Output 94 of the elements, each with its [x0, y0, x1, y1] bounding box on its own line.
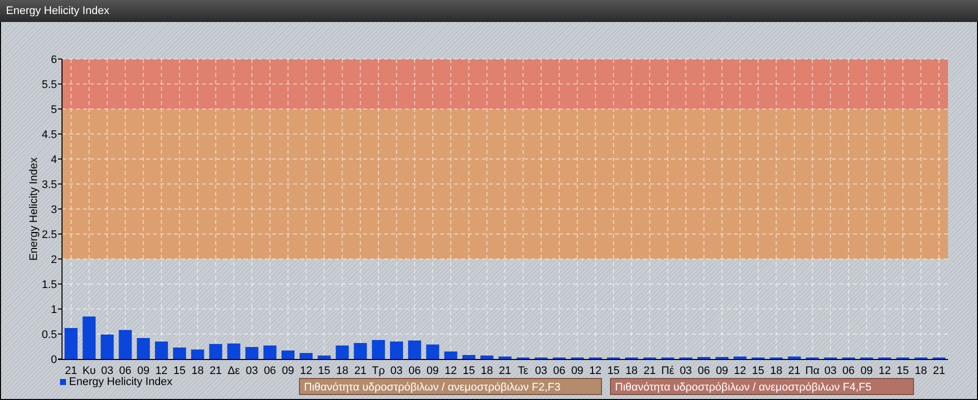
x-tick-label: 15 [173, 365, 186, 377]
x-tick-label: Τρ [372, 365, 385, 377]
x-tick-label: 06 [408, 365, 421, 377]
bar [408, 340, 422, 359]
bar [82, 316, 96, 359]
bar [100, 334, 114, 359]
y-tick-label: 1.5 [42, 279, 57, 291]
x-tick-label: 12 [878, 365, 891, 377]
x-tick-label: 09 [426, 365, 439, 377]
x-tick-label: 21 [354, 365, 366, 377]
x-tick-label: 06 [842, 365, 855, 377]
y-tick-label: 2.5 [42, 229, 57, 241]
bar [209, 344, 222, 359]
x-tick-label: 18 [336, 365, 348, 377]
bar [462, 355, 476, 359]
x-tick-label: 18 [480, 365, 494, 377]
bar [227, 344, 240, 359]
x-tick-label: 21 [64, 365, 78, 377]
x-tick-label: Πα [805, 365, 820, 377]
x-tick-label: 12 [300, 365, 312, 377]
y-tick-label: 3 [50, 204, 57, 216]
x-tick-label: 21 [788, 365, 800, 377]
bar [282, 350, 295, 359]
x-tick-label: 21 [644, 365, 656, 377]
bar [734, 356, 747, 359]
x-tick-label: 03 [824, 365, 837, 377]
y-tick-label: 6 [50, 54, 57, 66]
x-tick-label: 18 [770, 365, 782, 377]
x-tick-label: 18 [914, 365, 927, 377]
band-legend-label: Πιθανότητα υδροστρόβιλων / ανεμοστρόβιλων F4,F5 [610, 378, 914, 395]
x-tick-label: 09 [282, 365, 294, 377]
x-tick-label: 03 [246, 365, 258, 377]
bar [245, 347, 258, 359]
bar [390, 342, 403, 359]
x-tick-label: 21 [498, 365, 512, 377]
x-tick-label: 09 [860, 365, 873, 377]
x-tick-label: 03 [680, 365, 692, 377]
y-tick-label: 4.5 [42, 129, 57, 141]
bar [263, 346, 276, 359]
x-tick-label: 18 [191, 365, 204, 377]
x-tick-label: 15 [318, 365, 330, 377]
x-tick-label: 21 [210, 365, 222, 377]
x-tick-label: Τε [518, 365, 528, 377]
bar [354, 343, 367, 359]
window-title: Energy Helicity Index [6, 4, 110, 18]
x-tick-label: Πέ [661, 365, 674, 377]
bar [136, 338, 150, 359]
x-tick-label: 09 [137, 365, 150, 377]
bar [788, 356, 801, 359]
x-tick-label: Δε [228, 365, 240, 377]
x-tick-label: 06 [264, 365, 276, 377]
x-tick-label: 06 [698, 365, 710, 377]
bar [64, 328, 78, 359]
x-tick-label: 15 [462, 365, 475, 377]
y-axis-title: Energy Helicity Index [28, 157, 40, 261]
x-tick-label: 15 [607, 365, 620, 377]
x-tick-label: 15 [896, 365, 909, 377]
bar [318, 356, 331, 359]
x-tick-label: 21 [932, 365, 946, 377]
y-tick-label: 2 [50, 254, 57, 266]
x-tick-label: 12 [444, 365, 457, 377]
bar [372, 340, 385, 359]
bar [336, 346, 349, 359]
x-tick-label: 15 [752, 365, 764, 377]
x-tick-label: 03 [101, 365, 114, 377]
bar [498, 356, 512, 359]
band-legend-label: Πιθανότητα υδροστρόβιλων / ανεμοστρόβιλων F2,F3 [299, 378, 602, 395]
bar [300, 353, 313, 359]
x-tick-label: 09 [716, 365, 728, 377]
y-tick-label: 5.5 [42, 79, 57, 91]
y-tick-label: 4 [50, 154, 57, 166]
bar [480, 356, 494, 359]
bar [118, 330, 132, 359]
y-tick-label: 3.5 [42, 179, 57, 191]
bar [426, 344, 440, 359]
x-tick-label: 12 [155, 365, 168, 377]
x-tick-label: 03 [535, 365, 548, 377]
y-tick-label: 1 [50, 304, 57, 316]
x-tick-label: 06 [553, 365, 566, 377]
x-tick-label: Κυ [82, 365, 96, 377]
bar [191, 350, 204, 359]
bar [154, 342, 168, 359]
y-tick-label: 0.5 [42, 329, 57, 341]
x-tick-label: 09 [571, 365, 584, 377]
bar [444, 352, 458, 359]
bar [173, 348, 186, 359]
x-tick-label: 06 [119, 365, 132, 377]
x-tick-label: 18 [625, 365, 638, 377]
y-tick-label: 0 [50, 354, 57, 366]
legend-label: Energy Helicity Index [69, 376, 172, 388]
x-tick-label: 12 [589, 365, 602, 377]
x-tick-label: 12 [734, 365, 746, 377]
y-tick-label: 5 [50, 104, 57, 116]
x-tick-label: 03 [390, 365, 403, 377]
